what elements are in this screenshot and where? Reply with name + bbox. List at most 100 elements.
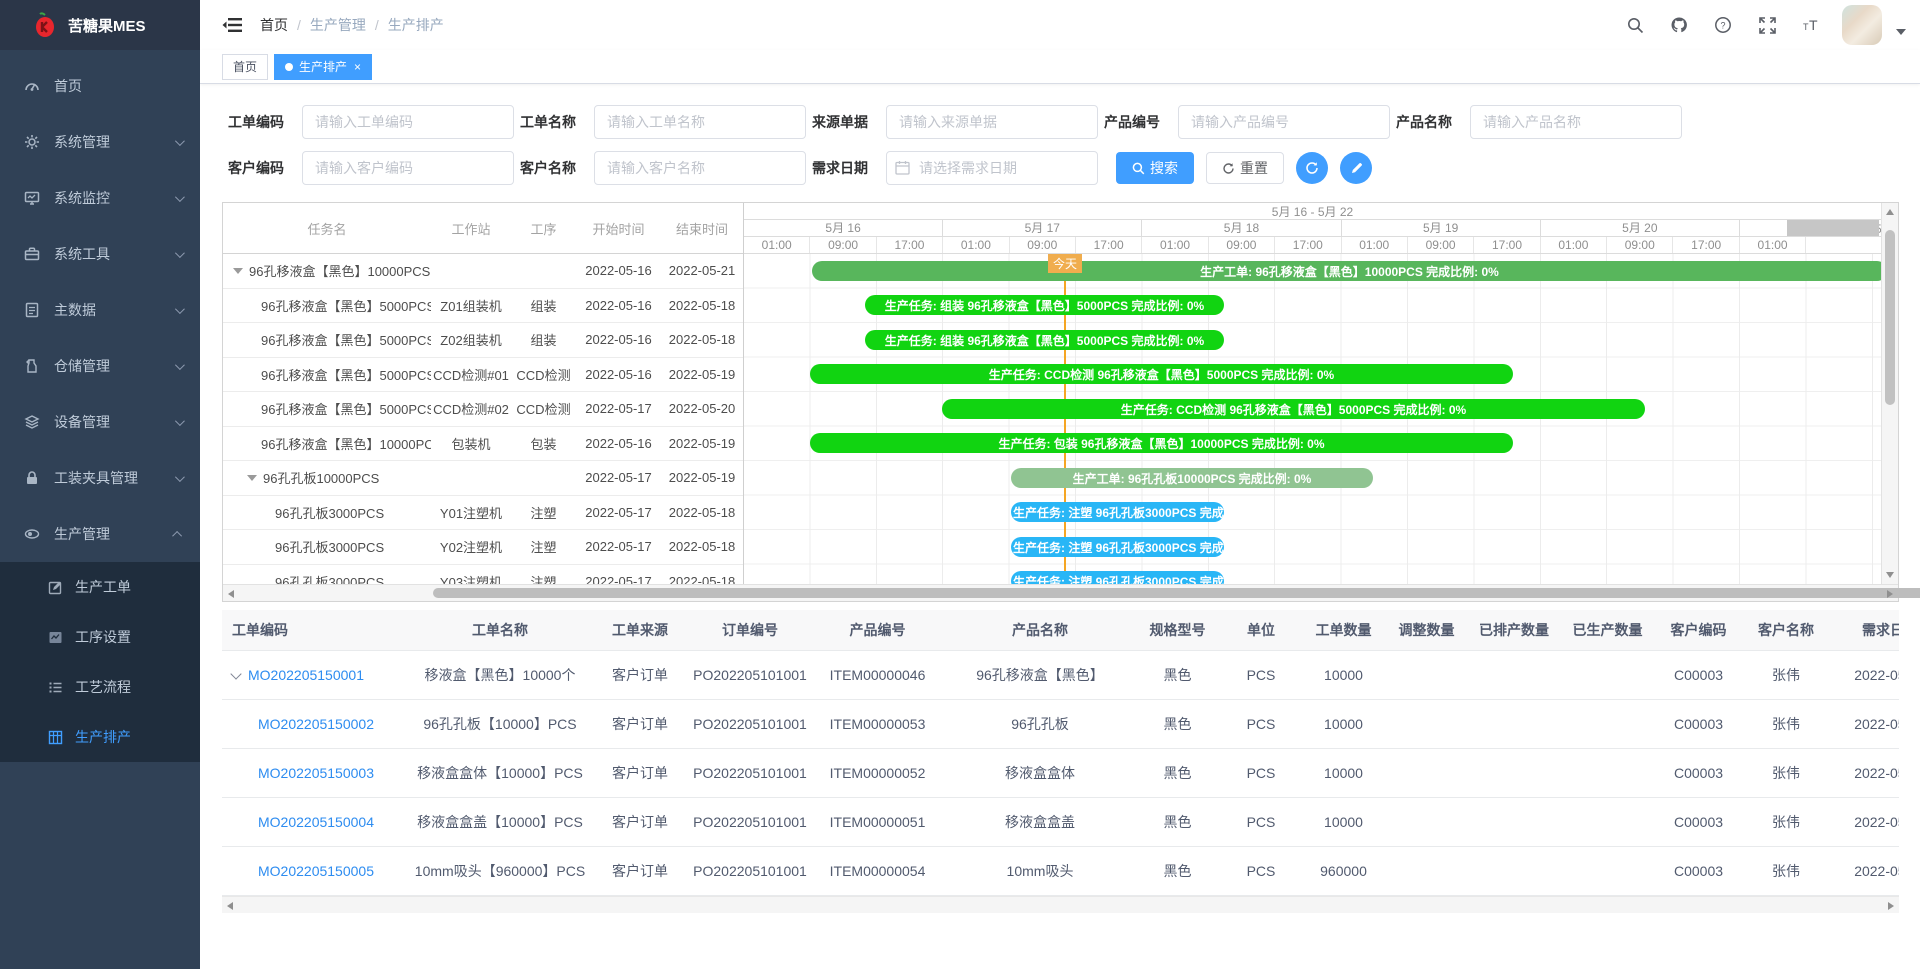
hour-cell: 17:00: [1673, 237, 1739, 253]
scroll-right-arrow[interactable]: [1888, 902, 1894, 910]
help-icon[interactable]: ?: [1706, 8, 1740, 42]
col-order-qty: 工单数量: [1302, 610, 1385, 650]
customer-name-input[interactable]: [594, 151, 806, 185]
customer-code-input[interactable]: [302, 151, 514, 185]
gantt-bar-task[interactable]: 生产任务: 组装 96孔移液盒【黑色】5000PCS 完成比例: 0%: [865, 330, 1224, 350]
table-row[interactable]: MO202205150004 移液盒盒盖【10000】PCS 客户订单 PO20…: [222, 797, 1899, 846]
product-code-input[interactable]: [1178, 105, 1390, 139]
gantt-row[interactable]: 96孔移液盒【黑色】5000PCS CCD检测#02 CCD检测 2022-05…: [223, 392, 743, 427]
refresh-schedule-button[interactable]: [1296, 152, 1328, 184]
gantt-horizontal-scrollbar[interactable]: [223, 584, 1898, 601]
sidebar-item-system-tools[interactable]: 系统工具: [0, 226, 200, 282]
font-size-icon[interactable]: TT: [1794, 8, 1828, 42]
search-icon[interactable]: [1618, 8, 1652, 42]
gantt-row[interactable]: 96孔移液盒【黑色】5000PCS CCD检测#01 CCD检测 2022-05…: [223, 358, 743, 393]
reset-button[interactable]: 重置: [1206, 152, 1284, 184]
gantt-bar-task-selected[interactable]: 生产任务: 注塑 96孔孔板3000PCS 完成比例: 0%: [1011, 537, 1224, 557]
avatar[interactable]: [1842, 5, 1882, 45]
gantt-row[interactable]: 96孔孔板3000PCS Y03注塑机 注塑 2022-05-17 2022-0…: [223, 565, 743, 587]
github-icon[interactable]: [1662, 8, 1696, 42]
timeline-hours: 01:00 09:00 17:00 01:00 09:00 17:00 01:0…: [744, 237, 1881, 254]
gantt-row[interactable]: 96孔移液盒【黑色】10000PCS 包装机 包装 2022-05-16 202…: [223, 427, 743, 462]
gantt-bar-task-selected[interactable]: 生产任务: 注塑 96孔孔板3000PCS 完成比例: 0%: [1011, 571, 1224, 584]
gantt-bar-task[interactable]: 生产任务: 组装 96孔移液盒【黑色】5000PCS 完成比例: 0%: [865, 295, 1224, 315]
app-logo: 苦糖果MES: [0, 0, 200, 50]
source-doc-input[interactable]: [886, 105, 1098, 139]
gantt-task-table: 任务名 工作站 工序 开始时间 结束时间 96孔移液盒【黑色】10000PCS …: [223, 203, 743, 586]
sidebar-item-system-monitor[interactable]: 系统监控: [0, 170, 200, 226]
hour-cell: 17:00: [877, 237, 943, 253]
tab-production-schedule[interactable]: 生产排产 ×: [274, 54, 372, 80]
tab-home[interactable]: 首页: [222, 54, 268, 80]
sidebar-item-production-order[interactable]: 生产工单: [0, 562, 200, 612]
edit-schedule-button[interactable]: [1340, 152, 1372, 184]
sidebar-item-label: 系统管理: [54, 132, 175, 152]
scroll-down-arrow[interactable]: [1886, 572, 1894, 578]
table-row[interactable]: MO202205150002 96孔孔板【10000】PCS 客户订单 PO20…: [222, 699, 1899, 748]
sidebar-item-process-flow[interactable]: 工艺流程: [0, 662, 200, 712]
breadcrumb-production[interactable]: 生产管理: [310, 15, 366, 35]
pencil-icon: [1350, 162, 1363, 175]
sidebar-item-production-schedule[interactable]: 生产排产: [0, 712, 200, 762]
collapse-caret-icon[interactable]: [233, 268, 243, 274]
scrollbar-thumb[interactable]: [1885, 230, 1895, 405]
lock-icon: [24, 470, 40, 486]
gantt-bar-order[interactable]: 生产工单: 96孔移液盒【黑色】10000PCS 完成比例: 0%: [812, 261, 1881, 281]
gantt-row[interactable]: 96孔孔板3000PCS Y02注塑机 注塑 2022-05-17 2022-0…: [223, 530, 743, 565]
gantt-row[interactable]: 96孔移液盒【黑色】5000PCS Z01组装机 组装 2022-05-16 2…: [223, 289, 743, 324]
gantt-vertical-scrollbar[interactable]: [1881, 203, 1898, 584]
scroll-left-arrow[interactable]: [227, 902, 233, 910]
day-cell: 5月 20: [1541, 220, 1740, 236]
expand-caret-icon[interactable]: [230, 668, 241, 679]
filter-product-name: 产品名称: [1396, 105, 1682, 139]
gantt-bar-task[interactable]: 生产任务: CCD检测 96孔移液盒【黑色】5000PCS 完成比例: 0%: [942, 399, 1645, 419]
sidebar-item-label: 工装夹具管理: [54, 468, 175, 488]
hour-cell: 17:00: [1076, 237, 1142, 253]
table-horizontal-scrollbar[interactable]: [222, 896, 1899, 913]
gantt-bar-task-selected[interactable]: 生产任务: 注塑 96孔孔板3000PCS 完成比例: 0%: [1011, 502, 1224, 522]
demand-date-input[interactable]: [886, 151, 1098, 185]
caret-down-icon[interactable]: [1896, 29, 1906, 35]
scroll-up-arrow[interactable]: [1886, 209, 1894, 215]
col-produced-qty: 已生产数量: [1560, 610, 1655, 650]
sidebar-item-label: 生产排产: [75, 727, 131, 747]
work-order-name-input[interactable]: [594, 105, 806, 139]
gantt-row[interactable]: 96孔孔板3000PCS Y01注塑机 注塑 2022-05-17 2022-0…: [223, 496, 743, 531]
gantt-bar-task[interactable]: 生产任务: CCD检测 96孔移液盒【黑色】5000PCS 完成比例: 0%: [810, 364, 1513, 384]
gantt-row[interactable]: 96孔移液盒【黑色】10000PCS 2022-05-16 2022-05-21: [223, 254, 743, 289]
gantt-bar-order[interactable]: 生产工单: 96孔孔板10000PCS 完成比例: 0%: [1011, 468, 1373, 488]
work-order-link[interactable]: MO202205150004: [258, 814, 374, 830]
close-icon[interactable]: ×: [354, 60, 361, 74]
gantt-row[interactable]: 96孔移液盒【黑色】5000PCS Z02组装机 组装 2022-05-16 2…: [223, 323, 743, 358]
timeline-scrollbar-thumb[interactable]: [1787, 220, 1879, 236]
sidebar-item-system-admin[interactable]: 系统管理: [0, 114, 200, 170]
work-order-link[interactable]: MO202205150003: [258, 765, 374, 781]
sidebar-item-production[interactable]: 生产管理: [0, 506, 200, 562]
search-button[interactable]: 搜索: [1116, 152, 1194, 184]
product-name-input[interactable]: [1470, 105, 1682, 139]
gantt-row[interactable]: 96孔孔板10000PCS 2022-05-17 2022-05-19: [223, 461, 743, 496]
sidebar-collapse-icon[interactable]: [222, 17, 242, 33]
sidebar-item-fixtures[interactable]: 工装夹具管理: [0, 450, 200, 506]
fullscreen-icon[interactable]: [1750, 8, 1784, 42]
sidebar-item-master-data[interactable]: 主数据: [0, 282, 200, 338]
sidebar-item-equipment[interactable]: 设备管理: [0, 394, 200, 450]
sidebar-item-home[interactable]: 首页: [0, 58, 200, 114]
sidebar-item-process-settings[interactable]: 工序设置: [0, 612, 200, 662]
table-row[interactable]: MO202205150001 移液盒【黑色】10000个 客户订单 PO2022…: [222, 650, 1899, 699]
scroll-right-arrow[interactable]: [1887, 590, 1893, 598]
table-row[interactable]: MO202205150003 移液盒盒体【10000】PCS 客户订单 PO20…: [222, 748, 1899, 797]
scroll-left-arrow[interactable]: [228, 590, 234, 598]
work-order-link[interactable]: MO202205150002: [258, 716, 374, 732]
sidebar-item-warehouse[interactable]: 仓储管理: [0, 338, 200, 394]
work-order-link[interactable]: MO202205150001: [248, 667, 364, 683]
breadcrumb-home[interactable]: 首页: [260, 15, 288, 35]
work-order-link[interactable]: MO202205150005: [258, 863, 374, 879]
work-order-code-input[interactable]: [302, 105, 514, 139]
today-marker-label: 今天: [1048, 254, 1082, 273]
scrollbar-thumb[interactable]: [433, 588, 1920, 598]
gantt-bar-task[interactable]: 生产任务: 包装 96孔移液盒【黑色】10000PCS 完成比例: 0%: [810, 433, 1513, 453]
collapse-caret-icon[interactable]: [247, 475, 257, 481]
schedule-grid-icon: [48, 730, 63, 745]
table-row[interactable]: MO202205150005 10mm吸头【960000】PCS 客户订单 PO…: [222, 846, 1899, 895]
